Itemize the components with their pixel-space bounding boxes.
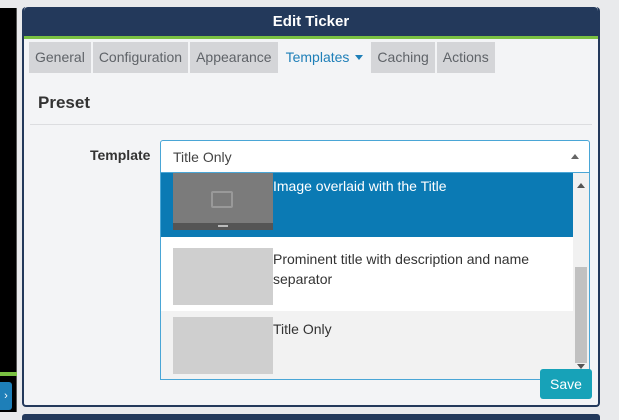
template-dropdown: Image overlaid with the Title Prominent … xyxy=(160,173,590,380)
tab-actions[interactable]: Actions xyxy=(436,42,495,73)
save-button[interactable]: Save xyxy=(540,369,592,399)
image-icon xyxy=(211,191,233,208)
tab-bar: General Configuration Appearance Templat… xyxy=(24,39,598,73)
template-thumbnail xyxy=(173,317,273,374)
tab-templates[interactable]: Templates xyxy=(280,42,370,73)
dropdown-scrollbar[interactable] xyxy=(573,173,589,379)
template-option-title-only[interactable]: Title Only xyxy=(161,311,573,379)
template-select-value: Title Only xyxy=(173,149,232,165)
tab-caching[interactable]: Caching xyxy=(371,42,435,73)
tab-appearance[interactable]: Appearance xyxy=(190,42,278,73)
panel-title: Edit Ticker xyxy=(24,7,598,36)
template-option-image-overlaid[interactable]: Image overlaid with the Title xyxy=(161,173,573,237)
next-panel-header xyxy=(22,414,600,420)
chevron-down-icon xyxy=(355,54,364,60)
thumbnail-caption xyxy=(218,225,228,227)
template-thumbnail xyxy=(173,173,273,230)
template-option-prominent-title[interactable]: Prominent title with description and nam… xyxy=(161,243,573,311)
chevron-up-icon xyxy=(571,154,579,159)
template-field-label: Template xyxy=(90,147,151,163)
expand-arrow-button[interactable]: › xyxy=(0,382,12,410)
section-title: Preset xyxy=(38,93,90,112)
left-status-bar xyxy=(0,372,17,376)
scrollbar-thumb[interactable] xyxy=(575,267,587,363)
tab-general[interactable]: General xyxy=(29,42,91,73)
tab-configuration[interactable]: Configuration xyxy=(92,42,189,73)
template-option-label: Title Only xyxy=(273,321,332,337)
template-option-label: Prominent title with description and nam… xyxy=(273,251,530,287)
template-thumbnail xyxy=(173,248,273,305)
left-canvas-strip: › xyxy=(0,8,17,412)
scroll-up-arrow-icon[interactable] xyxy=(577,183,585,188)
template-select[interactable]: Title Only xyxy=(160,140,590,173)
template-option-label: Image overlaid with the Title xyxy=(273,178,447,194)
edit-ticker-panel: Edit Ticker General Configuration Appear… xyxy=(22,7,600,407)
section-divider xyxy=(30,124,592,125)
tab-templates-label: Templates xyxy=(285,49,350,65)
